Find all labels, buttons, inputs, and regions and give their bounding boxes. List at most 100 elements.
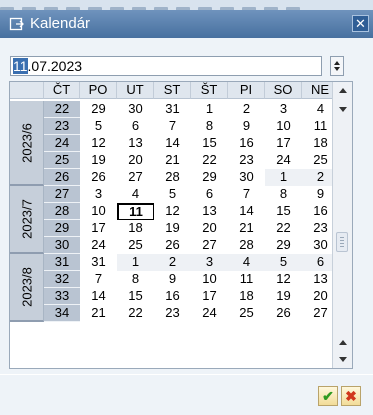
day-cell[interactable]: 26	[80, 169, 117, 186]
day-cell[interactable]: 23	[154, 305, 191, 322]
day-cell[interactable]: 7	[228, 186, 265, 203]
month-label[interactable]: 2023/8	[10, 254, 44, 322]
week-number[interactable]: 24	[44, 135, 80, 152]
day-cell[interactable]: 31	[154, 101, 191, 118]
day-cell[interactable]: 21	[228, 220, 265, 237]
day-cell[interactable]: 30	[117, 101, 154, 118]
day-cell[interactable]: 8	[191, 118, 228, 135]
week-number[interactable]: 28	[44, 203, 80, 220]
day-cell[interactable]: 31	[80, 254, 117, 271]
day-cell[interactable]: 24	[80, 237, 117, 254]
day-cell[interactable]: 25	[117, 237, 154, 254]
spinner-down-icon[interactable]	[334, 67, 340, 71]
day-cell[interactable]: 15	[191, 135, 228, 152]
day-cell[interactable]: 28	[228, 237, 265, 254]
day-cell[interactable]: 9	[154, 271, 191, 288]
day-cell[interactable]: 29	[265, 237, 302, 254]
day-cell[interactable]: 19	[154, 220, 191, 237]
day-cell[interactable]: 8	[117, 271, 154, 288]
day-cell[interactable]: 29	[80, 101, 117, 118]
week-number[interactable]: 29	[44, 220, 80, 237]
day-cell[interactable]: 14	[228, 203, 265, 220]
day-cell[interactable]: 21	[80, 305, 117, 322]
day-cell[interactable]: 19	[265, 288, 302, 305]
day-cell[interactable]: 26	[154, 237, 191, 254]
day-cell[interactable]: 10	[80, 203, 117, 220]
day-cell[interactable]: 10	[191, 271, 228, 288]
day-cell[interactable]: 6	[191, 186, 228, 203]
day-cell[interactable]: 24	[191, 305, 228, 322]
week-number[interactable]: 32	[44, 271, 80, 288]
day-cell[interactable]: 1	[191, 101, 228, 118]
day-cell[interactable]: 29	[191, 169, 228, 186]
day-cell[interactable]: 12	[80, 135, 117, 152]
day-cell[interactable]: 3	[80, 186, 117, 203]
scroll-down-icon[interactable]	[339, 107, 347, 112]
day-cell[interactable]: 5	[154, 186, 191, 203]
scroll-up-icon[interactable]	[339, 340, 347, 345]
date-spinner[interactable]	[330, 56, 344, 76]
day-cell[interactable]: 19	[80, 152, 117, 169]
week-number[interactable]: 25	[44, 152, 80, 169]
day-cell[interactable]: 5	[80, 118, 117, 135]
day-cell[interactable]: 30	[228, 169, 265, 186]
day-cell[interactable]: 7	[80, 271, 117, 288]
day-cell[interactable]: 28	[154, 169, 191, 186]
day-cell[interactable]: 27	[191, 237, 228, 254]
week-number[interactable]: 30	[44, 237, 80, 254]
day-cell[interactable]: 3	[265, 101, 302, 118]
week-number[interactable]: 31	[44, 254, 80, 271]
day-cell[interactable]: 27	[117, 169, 154, 186]
day-cell[interactable]: 7	[154, 118, 191, 135]
week-number[interactable]: 26	[44, 169, 80, 186]
day-cell[interactable]: 4	[117, 186, 154, 203]
week-number[interactable]: 27	[44, 186, 80, 203]
cancel-button[interactable]: ✖	[341, 386, 361, 406]
day-cell[interactable]: 22	[191, 152, 228, 169]
day-cell[interactable]: 11	[228, 271, 265, 288]
day-cell[interactable]: 8	[265, 186, 302, 203]
day-cell[interactable]: 21	[154, 152, 191, 169]
scroll-up-icon[interactable]	[339, 88, 347, 93]
day-cell[interactable]: 16	[154, 288, 191, 305]
day-cell[interactable]: 20	[191, 220, 228, 237]
day-cell[interactable]: 2	[154, 254, 191, 271]
day-cell[interactable]: 3	[191, 254, 228, 271]
day-cell[interactable]: 18	[117, 220, 154, 237]
month-label[interactable]: 2023/6	[10, 101, 44, 186]
day-cell[interactable]: 17	[265, 135, 302, 152]
day-cell[interactable]: 13	[117, 135, 154, 152]
day-cell[interactable]: 26	[265, 305, 302, 322]
day-cell[interactable]: 1	[265, 169, 302, 186]
week-number[interactable]: 33	[44, 288, 80, 305]
day-cell[interactable]: 22	[265, 220, 302, 237]
day-cell[interactable]: 10	[265, 118, 302, 135]
day-cell[interactable]: 6	[117, 118, 154, 135]
day-cell[interactable]: 4	[228, 254, 265, 271]
day-cell[interactable]: 25	[228, 305, 265, 322]
scrollbar-thumb[interactable]	[336, 232, 348, 252]
day-cell[interactable]: 9	[228, 118, 265, 135]
calendar-scrollbar[interactable]	[332, 82, 352, 368]
confirm-button[interactable]: ✔	[318, 386, 338, 406]
month-label[interactable]: 2023/7	[10, 186, 44, 254]
day-cell[interactable]: 24	[265, 152, 302, 169]
scroll-down-icon[interactable]	[339, 357, 347, 362]
week-number[interactable]: 22	[44, 101, 80, 118]
dialog-titlebar[interactable]: Kalendár ✕	[0, 10, 373, 38]
day-cell[interactable]: 1	[117, 254, 154, 271]
day-cell[interactable]: 15	[265, 203, 302, 220]
week-number[interactable]: 34	[44, 305, 80, 322]
day-cell[interactable]: 18	[228, 288, 265, 305]
day-cell[interactable]: 22	[117, 305, 154, 322]
day-cell[interactable]: 16	[228, 135, 265, 152]
day-cell[interactable]: 13	[191, 203, 228, 220]
day-cell[interactable]: 20	[117, 152, 154, 169]
day-cell[interactable]: 2	[228, 101, 265, 118]
week-number[interactable]: 23	[44, 118, 80, 135]
day-cell[interactable]: 17	[80, 220, 117, 237]
day-cell[interactable]: 23	[228, 152, 265, 169]
day-cell[interactable]: 15	[117, 288, 154, 305]
day-cell[interactable]: 5	[265, 254, 302, 271]
day-cell[interactable]: 17	[191, 288, 228, 305]
